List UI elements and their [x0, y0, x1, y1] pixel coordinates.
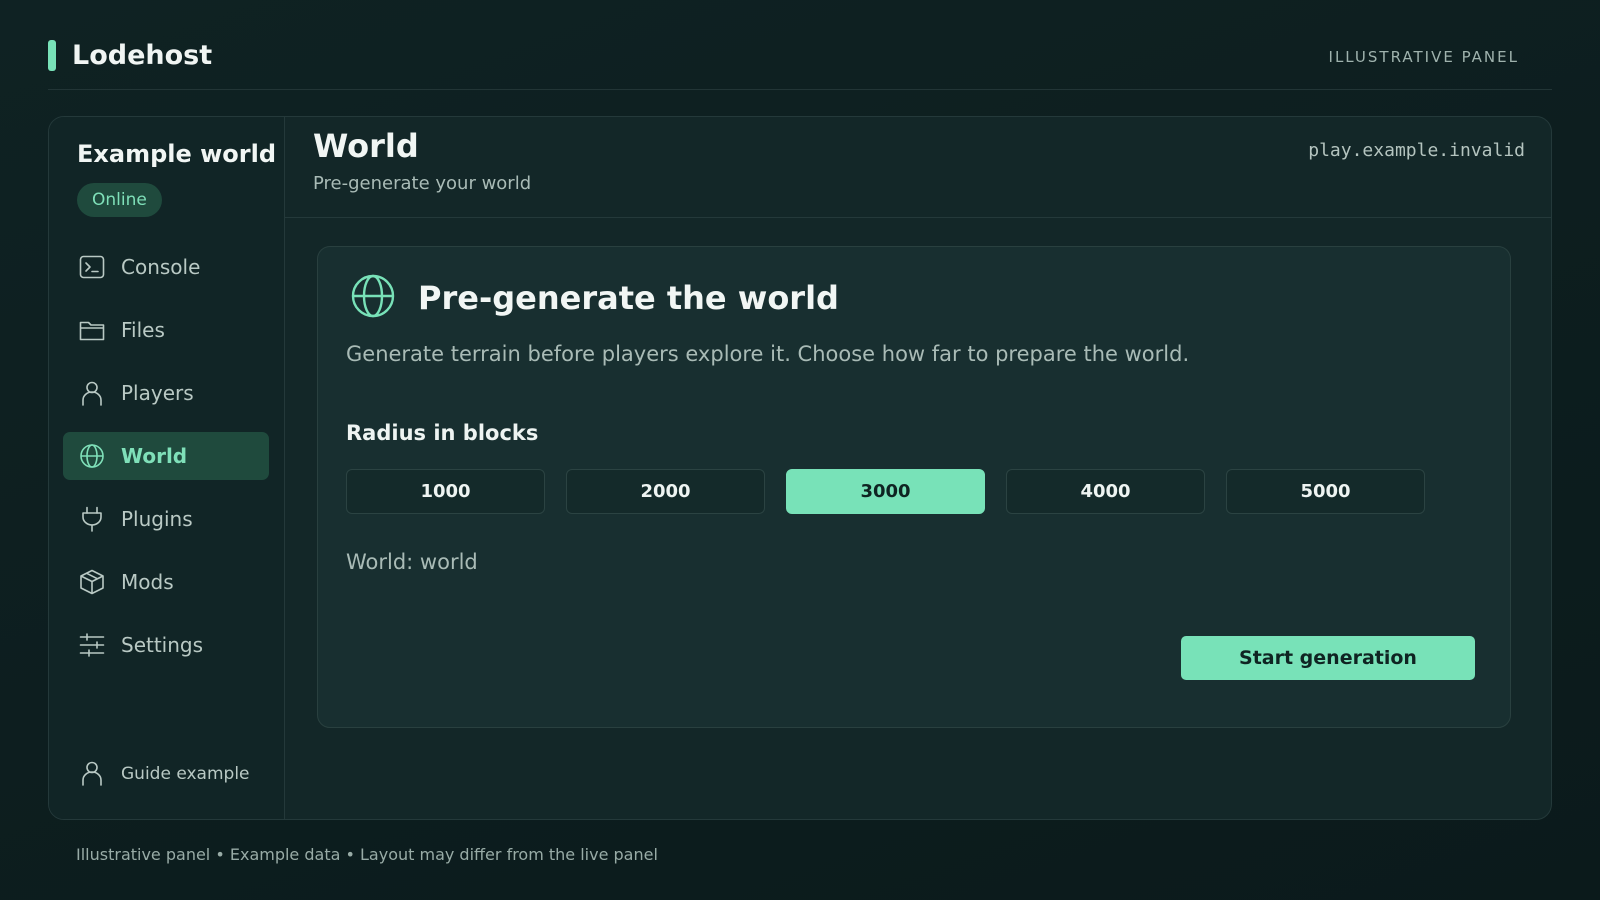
sidebar-nav: Console Files Players World Plugins Mods… [63, 243, 269, 684]
status-badge: Online [77, 183, 162, 217]
user-profile[interactable]: Guide example [63, 751, 269, 795]
footer-note: Illustrative panel • Example data • Layo… [76, 845, 658, 864]
content-header: World Pre-generate your world play.examp… [285, 117, 1551, 218]
content-area: World Pre-generate your world play.examp… [285, 117, 1551, 819]
globe-icon [79, 443, 105, 469]
user-name: Guide example [121, 764, 250, 784]
sidebar-item-mods[interactable]: Mods [63, 558, 269, 606]
brand-name: Lodehost [72, 40, 213, 71]
sidebar-item-plugins[interactable]: Plugins [63, 495, 269, 543]
sidebar-item-files[interactable]: Files [63, 306, 269, 354]
plug-icon [79, 506, 105, 532]
card-description: Generate terrain before players explore … [346, 342, 1190, 366]
sidebar-item-label: Console [121, 255, 201, 279]
radius-options: 1000 2000 3000 4000 5000 [346, 469, 1446, 514]
sidebar-item-world[interactable]: World [63, 432, 269, 480]
sidebar-item-label: World [121, 444, 188, 468]
terminal-icon [79, 254, 105, 280]
radius-option-3000[interactable]: 3000 [786, 469, 985, 514]
radius-option-5000[interactable]: 5000 [1226, 469, 1425, 514]
start-generation-button[interactable]: Start generation [1181, 636, 1475, 680]
server-name: Example world [77, 140, 277, 168]
user-icon [79, 760, 105, 786]
top-bar: Lodehost ILLUSTRATIVE PANEL [48, 0, 1552, 90]
pregenerate-card: Pre-generate the world Generate terrain … [317, 246, 1511, 728]
box-icon [79, 569, 105, 595]
sliders-icon [79, 632, 105, 658]
panel-tag: ILLUSTRATIVE PANEL [1328, 48, 1519, 66]
page-subtitle: Pre-generate your world [313, 173, 532, 194]
sidebar-item-console[interactable]: Console [63, 243, 269, 291]
card-title: Pre-generate the world [418, 279, 839, 317]
world-name: World: world [346, 550, 478, 574]
user-icon [79, 380, 105, 406]
server-host: play.example.invalid [1308, 140, 1525, 161]
main-panel: Example world Online Console Files Playe… [48, 116, 1552, 820]
sidebar-item-players[interactable]: Players [63, 369, 269, 417]
radius-option-4000[interactable]: 4000 [1006, 469, 1205, 514]
sidebar-item-label: Settings [121, 633, 204, 657]
folder-icon [79, 317, 105, 343]
sidebar-item-label: Plugins [121, 507, 193, 531]
radius-option-1000[interactable]: 1000 [346, 469, 545, 514]
radius-option-2000[interactable]: 2000 [566, 469, 765, 514]
brand-accent-bar [48, 40, 56, 71]
sidebar-item-label: Files [121, 318, 165, 342]
sidebar-item-settings[interactable]: Settings [63, 621, 269, 669]
sidebar-item-label: Mods [121, 570, 174, 594]
radius-label: Radius in blocks [346, 421, 539, 445]
sidebar-item-label: Players [121, 381, 194, 405]
sidebar: Example world Online Console Files Playe… [49, 117, 285, 819]
globe-icon [350, 273, 396, 319]
page-title: World [313, 127, 419, 165]
